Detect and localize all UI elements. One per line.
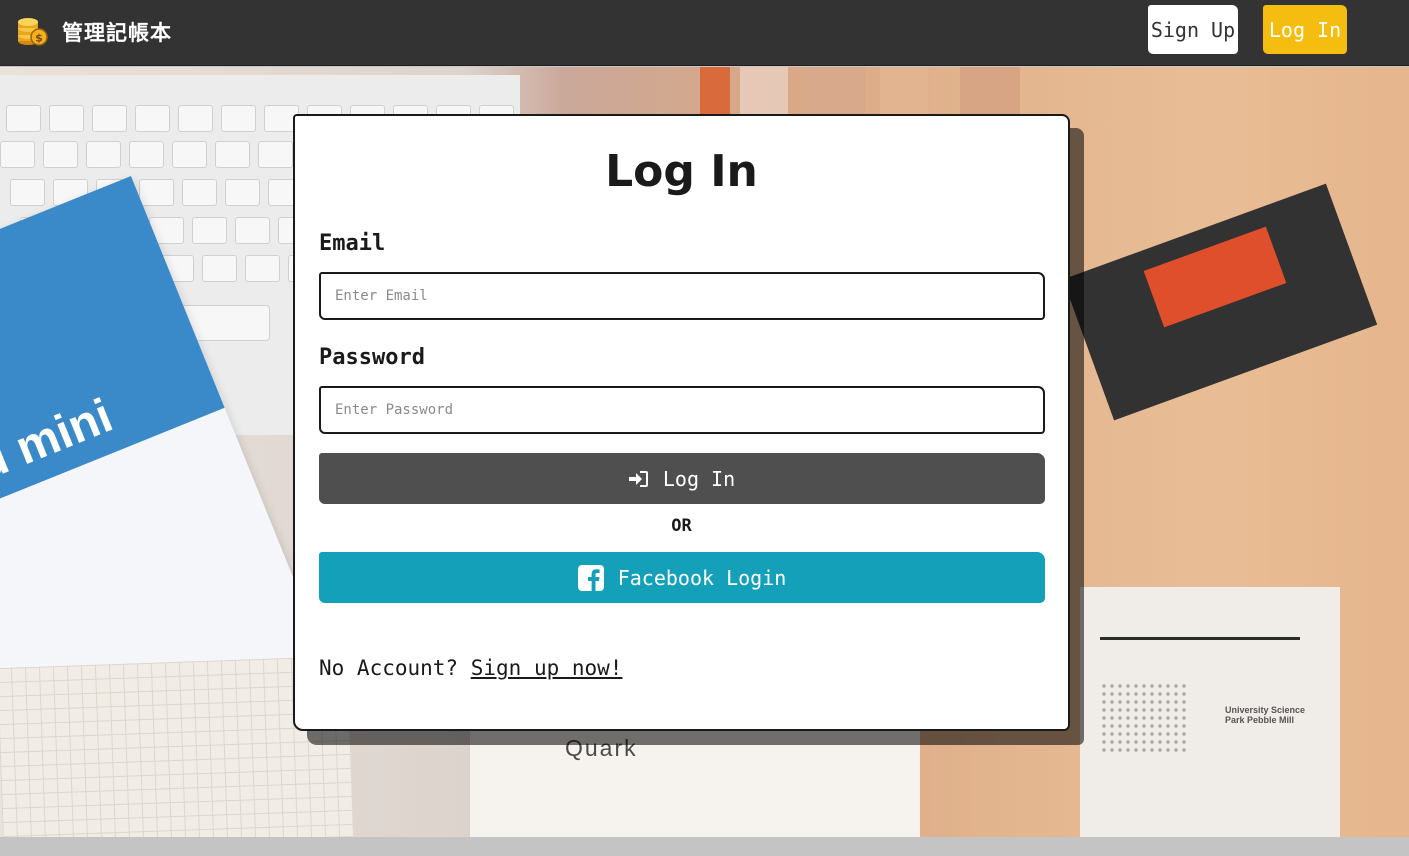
modal-title: Log In [605,146,758,197]
coin-stack-icon: $ [16,16,48,48]
login-button-label: Log In [662,466,736,491]
facebook-login-button[interactable]: Facebook Login [319,552,1045,603]
no-account-label: No Account? [319,656,459,680]
signup-button[interactable]: Sign Up [1148,5,1238,54]
login-button[interactable]: Log In [319,453,1045,504]
facebook-button-label: Facebook Login [617,565,787,590]
report-text: University Science Park Pebble Mill [1225,705,1306,725]
facebook-icon [577,564,604,591]
password-label: Password [319,345,425,370]
report: University Science Park Pebble Mill [1080,587,1340,837]
login-nav-button[interactable]: Log In [1263,5,1347,54]
password-field[interactable] [319,386,1045,434]
sign-in-icon [628,470,649,488]
svg-text:$: $ [35,32,43,45]
brand[interactable]: $ 管理記帳本 [16,14,172,50]
signup-link[interactable]: Sign up now! [471,656,623,680]
email-label: Email [319,231,386,256]
bottom-strip [0,837,1409,856]
login-modal: Log In Email Password Log In OR Facebook… [293,114,1070,731]
navbar: $ 管理記帳本 Sign Up Log In [0,0,1409,66]
brochure [470,717,920,837]
or-divider: OR [671,516,692,536]
brochure-text: Quark [565,735,638,761]
no-account-text: No Account? Sign up now! [319,656,622,680]
email-field[interactable] [319,272,1045,320]
brand-title: 管理記帳本 [62,21,172,45]
